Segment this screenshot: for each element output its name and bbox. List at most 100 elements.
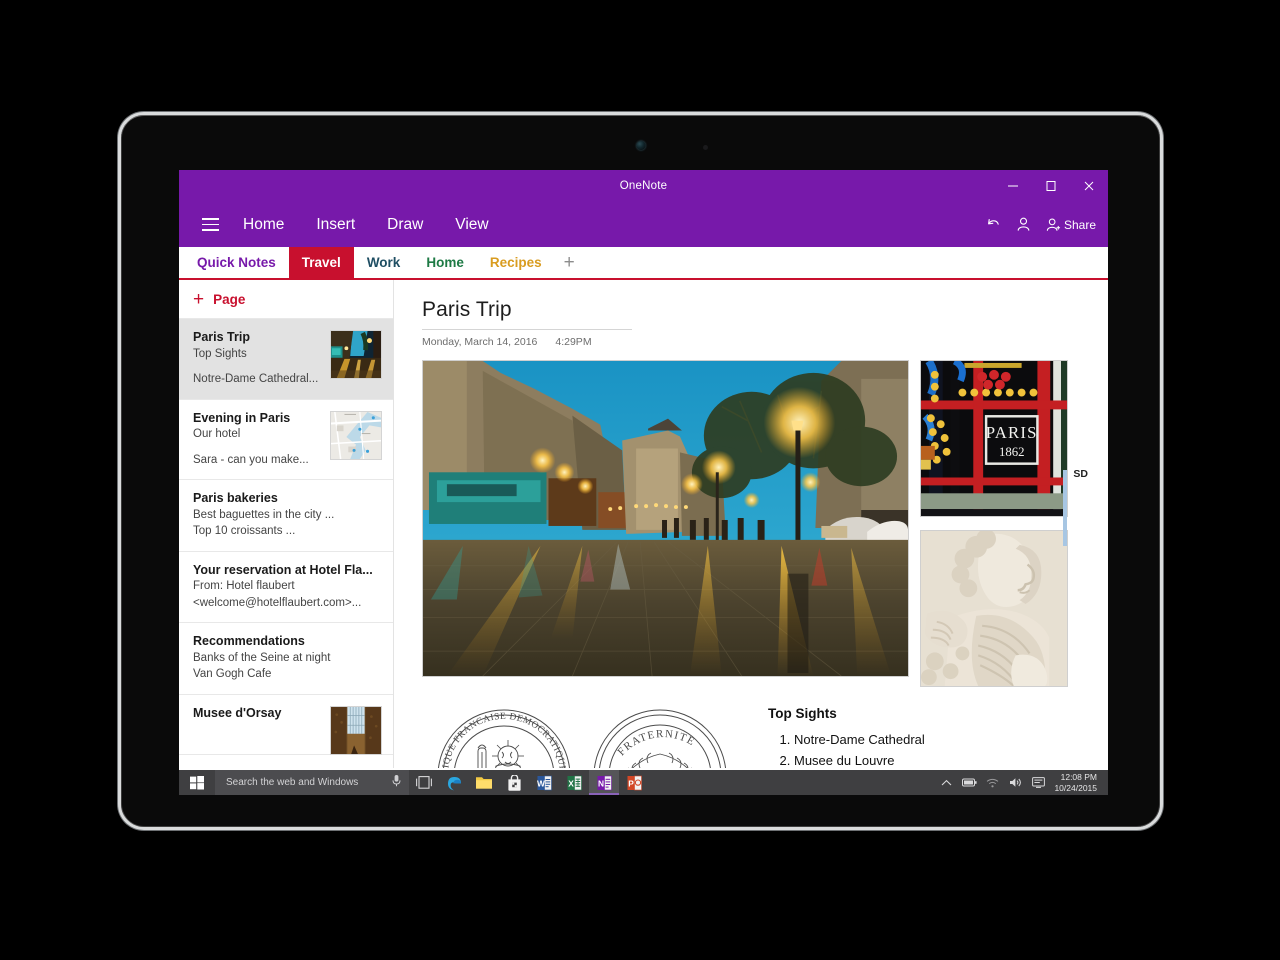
plus-icon: + bbox=[193, 288, 205, 310]
note-canvas[interactable]: Paris Trip Monday, March 14, 2016 4:29PM bbox=[394, 280, 1108, 768]
svg-text:P: P bbox=[628, 778, 634, 788]
notebook-tab-recipes[interactable]: Recipes bbox=[477, 247, 555, 278]
page-time: 4:29PM bbox=[555, 336, 592, 348]
list-item[interactable]: Musee d'Orsay bbox=[179, 695, 393, 755]
powerpoint-icon[interactable]: P bbox=[619, 770, 649, 795]
onenote-taskbar-icon[interactable]: N bbox=[589, 770, 619, 795]
share-label: Share bbox=[1063, 217, 1096, 232]
notebook-tab-home[interactable]: Home bbox=[413, 247, 477, 278]
page-preview: Top 10 croissants ... bbox=[193, 525, 296, 538]
page-heading[interactable]: Paris Trip bbox=[422, 298, 1108, 322]
tablet-screen: OneNote Home Insert Draw View Share Quic… bbox=[179, 170, 1108, 795]
notebook-tab-strip: Quick Notes Travel Work Home Recipes + bbox=[179, 247, 1108, 280]
list-item: Musee du Louvre bbox=[794, 751, 925, 768]
taskbar-clock[interactable]: 12:08 PM 10/24/2015 bbox=[1050, 772, 1104, 794]
author-initials: SD bbox=[1073, 468, 1088, 480]
lower-content: LIQUE FRANCAISE DEMOCRATIQUE UNE ET INDI… bbox=[422, 700, 1108, 768]
clock-date: 10/24/2015 bbox=[1054, 782, 1097, 793]
seal-right-center-text: AU NOM bbox=[630, 766, 691, 768]
ribbon-tab-home[interactable]: Home bbox=[227, 212, 300, 238]
top-sights-block[interactable]: Top Sights Notre-Dame Cathedral Musee du… bbox=[768, 700, 925, 768]
action-center-icon[interactable] bbox=[1027, 770, 1050, 795]
svg-text:X: X bbox=[568, 778, 574, 788]
top-sights-heading: Top Sights bbox=[768, 706, 837, 721]
page-title: Recommendations bbox=[193, 634, 305, 649]
page-title: Paris bakeries bbox=[193, 491, 278, 506]
page-thumbnail-musee-dorsay bbox=[330, 705, 382, 755]
ambient-light-sensor-icon bbox=[702, 145, 708, 150]
list-item[interactable]: Paris Trip Top Sights Notre-Dame Cathedr… bbox=[179, 319, 393, 400]
image-marble-sculpture[interactable] bbox=[920, 530, 1068, 687]
clock-time: 12:08 PM bbox=[1060, 771, 1097, 782]
start-button[interactable] bbox=[179, 770, 215, 795]
page-thumbnail-paris-street bbox=[330, 330, 382, 379]
stained-glass-paris-text: PARIS bbox=[986, 423, 1038, 442]
notebook-tab-quick-notes[interactable]: Quick Notes bbox=[184, 247, 289, 278]
image-french-seals[interactable]: LIQUE FRANCAISE DEMOCRATIQUE UNE ET INDI… bbox=[422, 700, 752, 768]
battery-icon[interactable] bbox=[958, 770, 981, 795]
show-hidden-icons-icon[interactable] bbox=[935, 770, 958, 795]
volume-icon[interactable] bbox=[1004, 770, 1027, 795]
search-placeholder: Search the web and Windows bbox=[226, 777, 359, 788]
stained-glass-year-text: 1862 bbox=[999, 445, 1025, 459]
ribbon-bar: Home Insert Draw View Share bbox=[179, 202, 1108, 247]
app-title: OneNote bbox=[619, 180, 668, 192]
notebook-tab-work[interactable]: Work bbox=[354, 247, 414, 278]
add-page-button[interactable]: + Page bbox=[179, 280, 393, 319]
seal-right-arc-text: FRATERNITE bbox=[615, 728, 697, 758]
windows-taskbar: Search the web and Windows W X N P 12:08… bbox=[179, 770, 1108, 795]
image-paris-1862-stained-glass[interactable]: PARIS 1862 bbox=[920, 360, 1068, 517]
list-item[interactable]: Your reservation at Hotel Fla... From: H… bbox=[179, 552, 393, 624]
word-icon[interactable]: W bbox=[529, 770, 559, 795]
screenshot-stage: OneNote Home Insert Draw View Share Quic… bbox=[0, 0, 1280, 960]
onenote-window: OneNote Home Insert Draw View Share Quic… bbox=[179, 170, 1108, 770]
workspace: + Page Paris Trip Top Sights Notre-Dame … bbox=[179, 280, 1108, 768]
hamburger-menu-icon[interactable] bbox=[193, 208, 227, 242]
minimize-button[interactable] bbox=[994, 170, 1032, 202]
media-row: PARIS 1862 bbox=[422, 360, 1108, 687]
page-title: Your reservation at Hotel Fla... bbox=[193, 562, 373, 577]
close-button[interactable] bbox=[1070, 170, 1108, 202]
ribbon-tab-insert[interactable]: Insert bbox=[300, 212, 371, 238]
ribbon-tab-view[interactable]: View bbox=[439, 212, 504, 238]
wifi-icon[interactable] bbox=[981, 770, 1004, 795]
title-underline bbox=[422, 329, 632, 330]
side-image-column: PARIS 1862 bbox=[920, 360, 1068, 687]
page-list: Paris Trip Top Sights Notre-Dame Cathedr… bbox=[179, 319, 393, 768]
share-button[interactable]: Share bbox=[1045, 217, 1096, 233]
page-preview: <welcome@hotelflaubert.com>... bbox=[193, 596, 362, 609]
system-tray: 12:08 PM 10/24/2015 bbox=[935, 770, 1108, 795]
page-subtitle: From: Hotel flaubert bbox=[193, 580, 295, 593]
page-thumbnail-paris-map bbox=[330, 410, 382, 460]
search-input[interactable]: Search the web and Windows bbox=[215, 770, 409, 795]
notebook-tab-travel[interactable]: Travel bbox=[288, 247, 354, 278]
front-camera-icon bbox=[636, 141, 645, 150]
microsoft-edge-icon[interactable] bbox=[439, 770, 469, 795]
page-subtitle: Banks of the Seine at night bbox=[193, 652, 331, 664]
maximize-button[interactable] bbox=[1032, 170, 1070, 202]
title-bar: OneNote bbox=[179, 170, 1108, 202]
page-timestamp: Monday, March 14, 2016 4:29PM bbox=[422, 336, 1108, 348]
page-preview: Van Gogh Cafe bbox=[193, 668, 272, 681]
microphone-icon[interactable] bbox=[391, 774, 402, 792]
tablet-device: OneNote Home Insert Draw View Share Quic… bbox=[118, 112, 1163, 830]
store-icon[interactable] bbox=[499, 770, 529, 795]
excel-icon[interactable]: X bbox=[559, 770, 589, 795]
list-item[interactable]: Paris bakeries Best baguettes in the cit… bbox=[179, 480, 393, 552]
task-view-icon[interactable] bbox=[409, 770, 439, 795]
ribbon-right-actions: Share bbox=[985, 202, 1096, 247]
top-sights-list: Notre-Dame Cathedral Musee du Louvre bbox=[794, 730, 925, 768]
taskbar-app-icons: W X N P bbox=[409, 770, 649, 795]
list-item[interactable]: Evening in Paris Our hotel Sara - can yo… bbox=[179, 400, 393, 481]
svg-text:N: N bbox=[597, 778, 603, 788]
add-notebook-tab-icon[interactable]: + bbox=[555, 247, 584, 278]
undo-icon[interactable] bbox=[985, 216, 1002, 233]
image-paris-rainy-street[interactable] bbox=[422, 360, 909, 677]
page-subtitle: Best baguettes in the city ... bbox=[193, 508, 335, 521]
account-icon[interactable] bbox=[1015, 216, 1032, 233]
add-page-label: Page bbox=[213, 291, 246, 307]
page-sidebar: + Page Paris Trip Top Sights Notre-Dame … bbox=[179, 280, 394, 768]
file-explorer-icon[interactable] bbox=[469, 770, 499, 795]
ribbon-tab-draw[interactable]: Draw bbox=[371, 212, 439, 238]
list-item[interactable]: Recommendations Banks of the Seine at ni… bbox=[179, 623, 393, 695]
